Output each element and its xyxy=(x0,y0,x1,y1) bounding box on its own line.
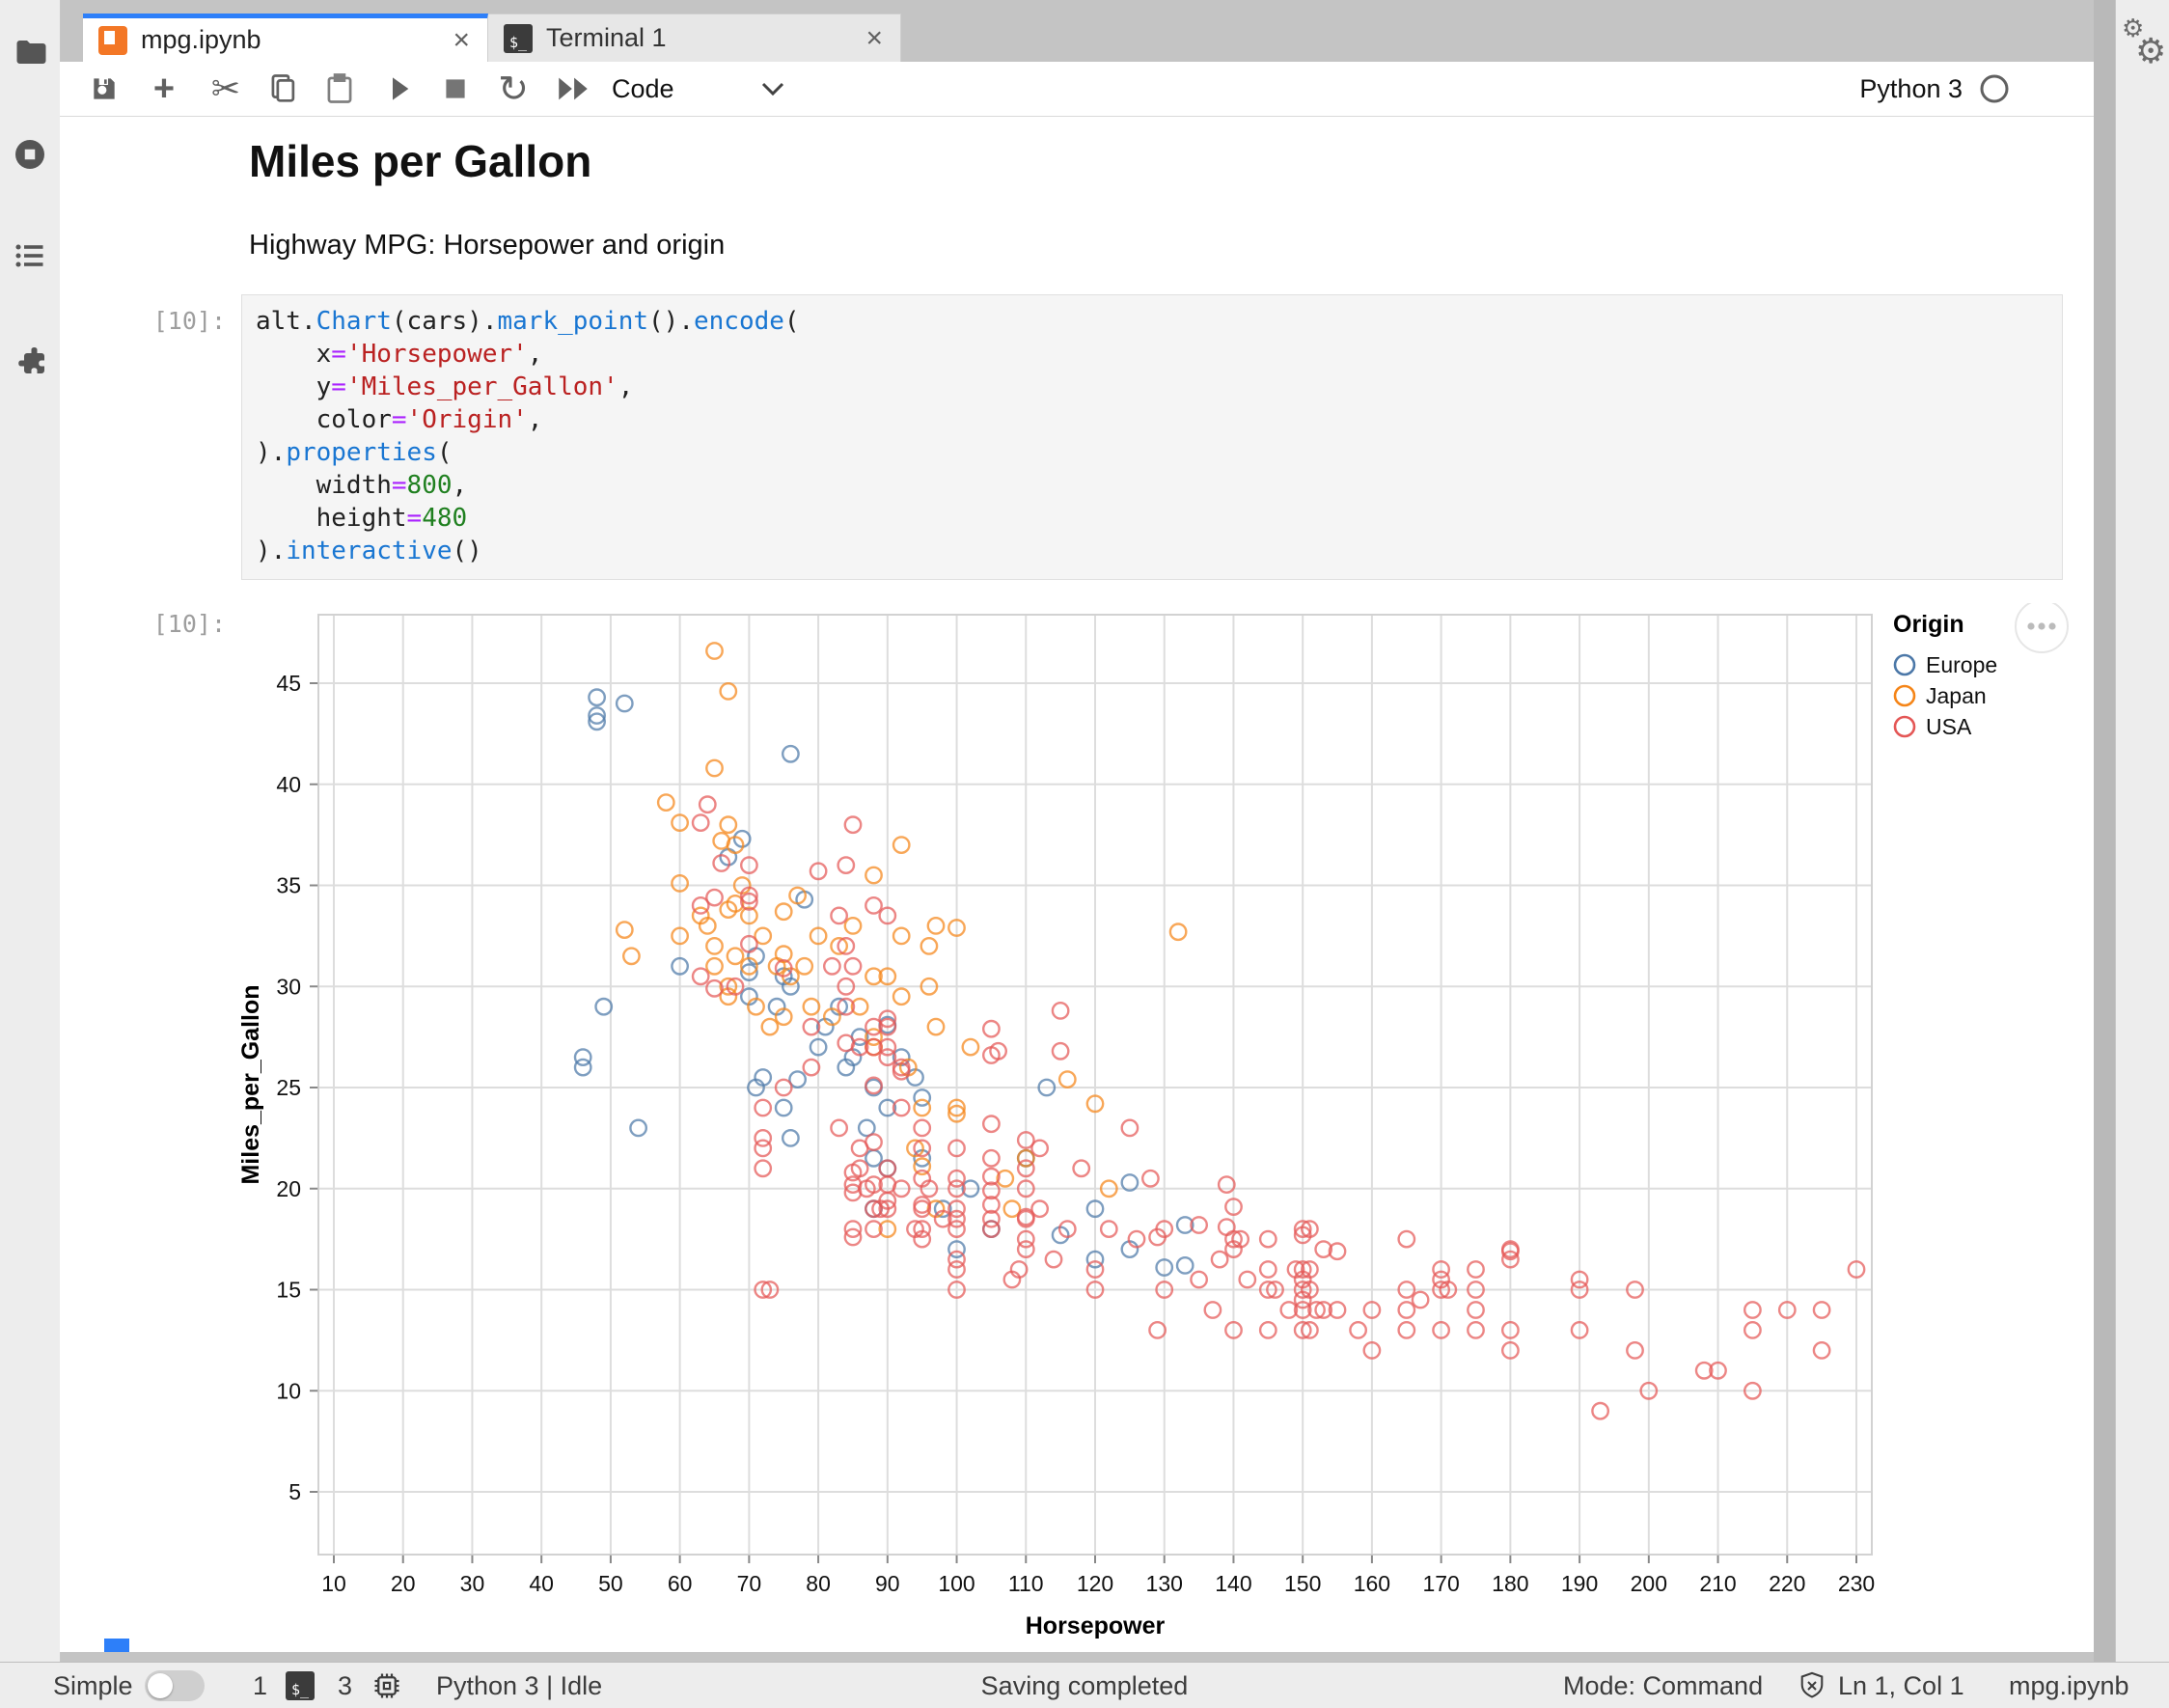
run-all-cells-button[interactable] xyxy=(552,68,594,110)
svg-text:150: 150 xyxy=(1284,1571,1321,1596)
terminal-file-icon: $_ xyxy=(504,24,533,53)
kernel-switcher[interactable]: Python 3 xyxy=(1859,69,2011,108)
svg-text:230: 230 xyxy=(1838,1571,1875,1596)
running-sessions-icon[interactable] xyxy=(13,137,47,172)
svg-text:Horsepower: Horsepower xyxy=(1026,1612,1166,1639)
svg-text:160: 160 xyxy=(1354,1571,1390,1596)
svg-text:5: 5 xyxy=(288,1479,301,1504)
activity-bar xyxy=(0,0,61,1662)
code-cell[interactable]: alt.Chart(cars).mark_point().encode( x='… xyxy=(241,294,2063,580)
svg-text:120: 120 xyxy=(1077,1571,1113,1596)
cut-cells-button[interactable]: ✂ xyxy=(205,68,247,110)
right-sidebar: ⚙⚙ xyxy=(2115,0,2169,1708)
extensions-icon[interactable] xyxy=(13,344,47,379)
svg-text:110: 110 xyxy=(1008,1571,1044,1596)
svg-text:25: 25 xyxy=(276,1075,301,1100)
svg-text:20: 20 xyxy=(276,1176,301,1201)
stop-kernel-button[interactable] xyxy=(434,68,477,110)
jupyterlab-window: mpg.ipynb × $_ Terminal 1 × + ✂ ↻ Code xyxy=(0,0,2169,1708)
paste-cells-button[interactable] xyxy=(318,68,361,110)
svg-text:30: 30 xyxy=(460,1571,485,1596)
svg-text:30: 30 xyxy=(276,974,301,999)
svg-text:90: 90 xyxy=(875,1571,900,1596)
svg-text:USA: USA xyxy=(1926,714,1972,739)
status-bar: Simple 1 $_ 3 Python 3 | Idle Saving com… xyxy=(0,1662,2169,1708)
cell-type-value: Code xyxy=(612,74,674,104)
trust-shield-icon[interactable] xyxy=(1797,1663,1827,1708)
statusbar-filename: mpg.ipynb xyxy=(2009,1663,2129,1708)
svg-text:40: 40 xyxy=(529,1571,554,1596)
svg-text:40: 40 xyxy=(276,772,301,797)
notebook-file-icon xyxy=(98,26,127,55)
altair-scatter-chart[interactable]: 10 20 30 40 50 60 70 80 90 100 110 120 130 140 150 160 1… xyxy=(145,603,2074,1650)
notebook-toolbar: + ✂ ↻ Code Python 3 xyxy=(60,62,2094,117)
restart-kernel-icon[interactable]: ↻ xyxy=(492,68,535,110)
svg-text:210: 210 xyxy=(1699,1571,1736,1596)
svg-text:190: 190 xyxy=(1561,1571,1598,1596)
vertical-scrollbar[interactable] xyxy=(2094,0,2115,1662)
svg-text:170: 170 xyxy=(1422,1571,1459,1596)
svg-text:10: 10 xyxy=(321,1571,346,1596)
svg-text:200: 200 xyxy=(1631,1571,1667,1596)
chevron-down-icon xyxy=(761,82,784,96)
svg-text:180: 180 xyxy=(1492,1571,1528,1596)
run-cell-button[interactable] xyxy=(378,68,421,110)
markdown-subtitle: Highway MPG: Horsepower and origin xyxy=(249,230,725,262)
svg-text:35: 35 xyxy=(276,873,301,898)
input-prompt: [10]: xyxy=(100,307,226,335)
close-icon[interactable]: × xyxy=(453,26,470,55)
svg-text:Europe: Europe xyxy=(1926,652,1997,677)
tab-terminal-1[interactable]: $_ Terminal 1 × xyxy=(488,14,901,62)
kernel-name: Python 3 xyxy=(1859,74,1963,104)
close-icon[interactable]: × xyxy=(865,24,883,53)
command-mode-indicator[interactable]: Mode: Command xyxy=(1563,1663,1763,1708)
cell-type-dropdown[interactable]: Code xyxy=(612,69,834,108)
table-of-contents-icon[interactable] xyxy=(13,238,47,273)
svg-text:70: 70 xyxy=(737,1571,762,1596)
tab-mpg-notebook[interactable]: mpg.ipynb × xyxy=(83,14,488,62)
copy-cells-button[interactable] xyxy=(262,68,305,110)
svg-text:Japan: Japan xyxy=(1926,683,1987,708)
svg-text:220: 220 xyxy=(1769,1571,1805,1596)
svg-text:Miles_per_Gallon: Miles_per_Gallon xyxy=(237,984,264,1184)
svg-text:50: 50 xyxy=(598,1571,623,1596)
svg-text:60: 60 xyxy=(668,1571,693,1596)
code-editor[interactable]: alt.Chart(cars).mark_point().encode( x='… xyxy=(256,305,800,567)
svg-text:Origin: Origin xyxy=(1893,611,1964,638)
svg-text:20: 20 xyxy=(391,1571,416,1596)
svg-text:10: 10 xyxy=(276,1378,301,1403)
markdown-title: Miles per Gallon xyxy=(249,135,591,187)
svg-text:45: 45 xyxy=(276,671,301,696)
cursor-position[interactable]: Ln 1, Col 1 xyxy=(1838,1663,1964,1708)
svg-text:140: 140 xyxy=(1215,1571,1251,1596)
svg-text:130: 130 xyxy=(1146,1571,1183,1596)
kernel-status-icon xyxy=(1978,72,2011,105)
cell-collapser-indicator[interactable] xyxy=(104,1639,129,1652)
tab-label: mpg.ipynb xyxy=(141,25,261,55)
svg-text:80: 80 xyxy=(806,1571,831,1596)
file-browser-icon[interactable] xyxy=(13,35,47,69)
svg-text:100: 100 xyxy=(938,1571,975,1596)
svg-text:15: 15 xyxy=(276,1278,301,1303)
insert-cell-button[interactable]: + xyxy=(143,68,185,110)
save-button[interactable] xyxy=(83,68,125,110)
tab-label: Terminal 1 xyxy=(546,23,667,53)
